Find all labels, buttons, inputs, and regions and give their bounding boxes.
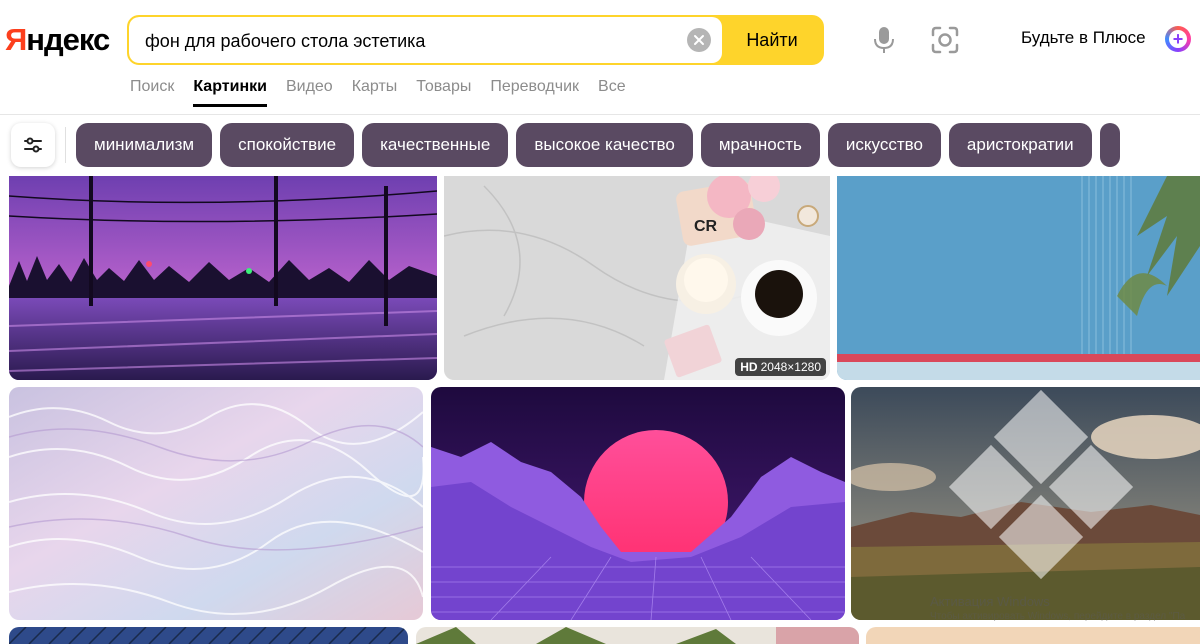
chip-calm[interactable]: спокойствие <box>220 123 355 167</box>
tab-translator[interactable]: Переводчик <box>490 78 579 102</box>
result-image-marble-coffee[interactable]: CR HD 2048×1280 <box>444 176 830 380</box>
result-image-synthwave[interactable] <box>431 387 845 620</box>
chip-art[interactable]: искусство <box>827 123 941 167</box>
tab-all[interactable]: Все <box>598 78 626 102</box>
chips-list: минимализм спокойствие качественные высо… <box>76 123 1120 167</box>
plus-icon[interactable]: + <box>1165 26 1191 52</box>
result-image-leaves[interactable] <box>416 627 859 644</box>
search-bar: Найти <box>127 15 824 65</box>
chip-more[interactable] <box>1099 123 1120 167</box>
search-input[interactable] <box>143 17 677 63</box>
microphone-icon[interactable] <box>868 24 900 56</box>
camera-search-icon[interactable] <box>929 24 961 56</box>
result-image-peach[interactable] <box>866 627 1200 644</box>
refine-chips-bar: минимализм спокойствие качественные высо… <box>0 115 1200 175</box>
search-tabs: Поиск Картинки Видео Карты Товары Перево… <box>130 78 626 107</box>
fence-image <box>9 627 408 644</box>
hd-badge: HD 2048×1280 <box>735 358 826 376</box>
plus-link[interactable]: Будьте в Плюсе <box>1021 28 1146 48</box>
search-field <box>129 17 722 63</box>
tab-maps[interactable]: Карты <box>352 78 398 102</box>
sliders-icon <box>24 137 42 153</box>
result-image-fence[interactable] <box>9 627 408 644</box>
tab-images[interactable]: Картинки <box>193 78 267 107</box>
chip-aristocracy[interactable]: аристократии <box>948 123 1092 167</box>
chips-divider <box>65 127 66 163</box>
tab-search[interactable]: Поиск <box>130 78 174 102</box>
clear-search-icon[interactable] <box>687 28 711 52</box>
blue-wall-image <box>837 176 1200 380</box>
result-image-blue-wall[interactable] <box>837 176 1200 380</box>
purple-street-image <box>9 176 437 380</box>
synthwave-image <box>431 387 845 620</box>
chip-minimalism[interactable]: минимализм <box>76 123 213 167</box>
result-image-purple-street[interactable] <box>9 176 437 380</box>
windows-activation-title: Активация Windows <box>930 594 1050 609</box>
search-button[interactable]: Найти <box>722 17 822 63</box>
iridescent-water-image <box>9 387 423 620</box>
windows-activation-subtitle: Чтобы активировать Windows, перейдите в … <box>930 611 1186 622</box>
result-image-desert-diamonds[interactable] <box>851 387 1200 620</box>
result-image-iridescent-water[interactable] <box>9 387 423 620</box>
marble-coffee-image: CR <box>444 176 830 380</box>
chip-quality[interactable]: качественные <box>362 123 509 167</box>
yandex-logo[interactable]: Яндекс <box>5 22 110 58</box>
filters-button[interactable] <box>11 123 55 167</box>
tab-products[interactable]: Товары <box>416 78 471 102</box>
header: Яндекс Найти Будьте в Плюсе + Поиск Карт… <box>0 0 1200 115</box>
desert-diamonds-image <box>851 387 1200 620</box>
leaves-image <box>416 627 859 644</box>
tab-video[interactable]: Видео <box>286 78 333 102</box>
chip-high-quality[interactable]: высокое качество <box>516 123 693 167</box>
svg-text:CR: CR <box>694 218 718 235</box>
chip-gloom[interactable]: мрачность <box>700 123 820 167</box>
peach-image <box>866 627 1200 644</box>
